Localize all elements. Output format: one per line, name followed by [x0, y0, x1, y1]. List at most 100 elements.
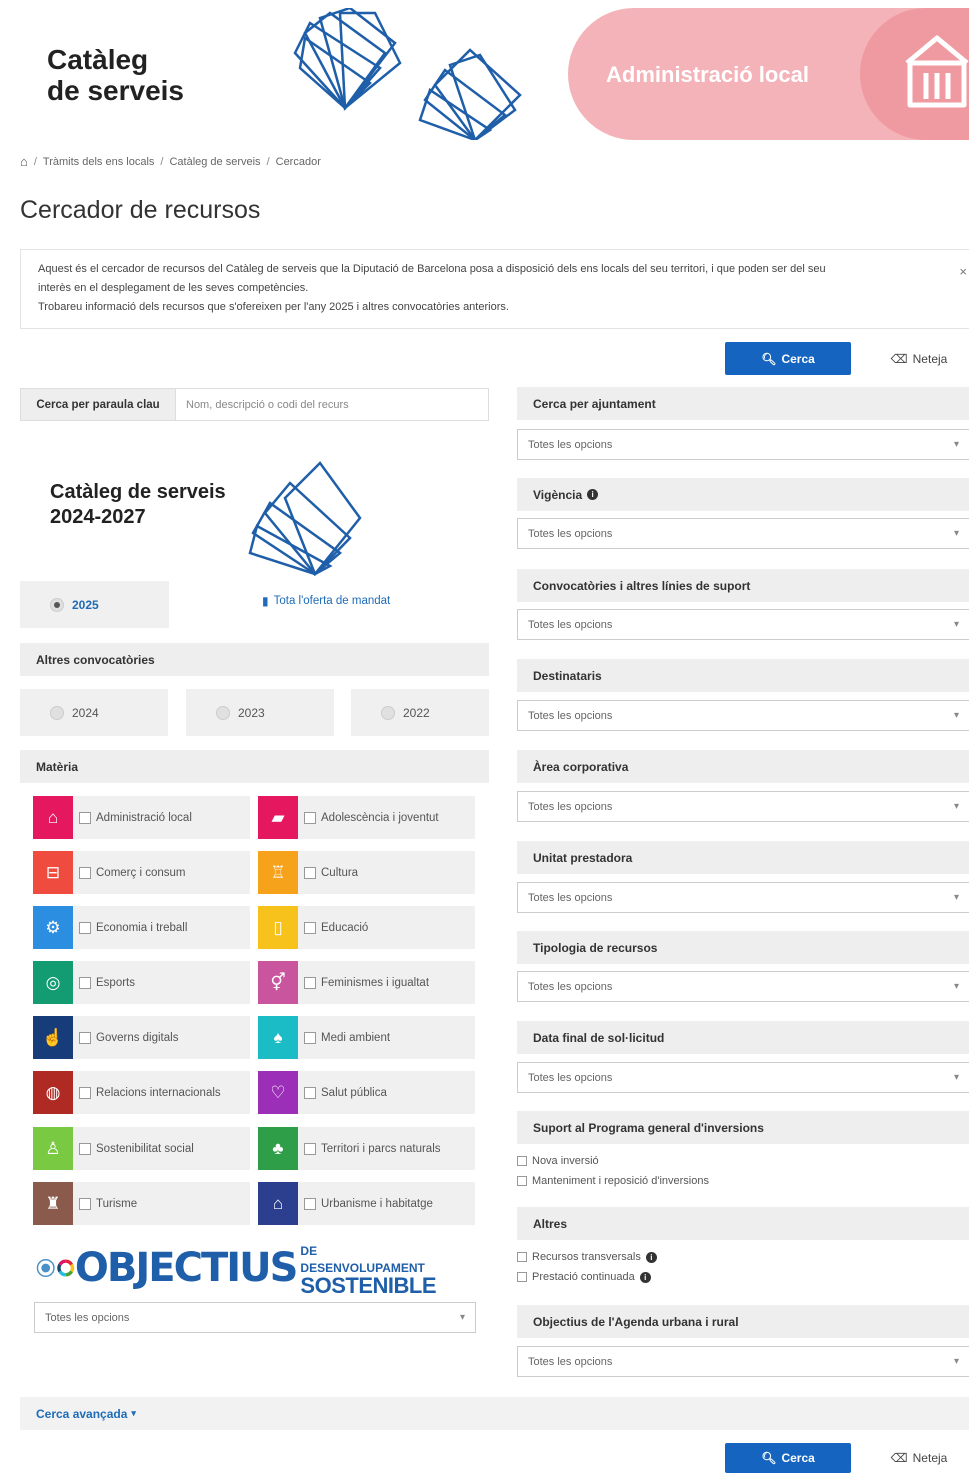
materia-item[interactable]: ⚙ Economia i treball: [33, 906, 250, 949]
info-icon[interactable]: i: [587, 489, 599, 500]
clear-button[interactable]: ⌫ Neteja: [869, 342, 969, 375]
materia-item[interactable]: ♡ Salut pública: [258, 1071, 475, 1114]
catalog-title: Catàleg de serveis: [47, 44, 184, 106]
chevron-down-icon: ▾: [953, 619, 959, 630]
checkbox[interactable]: [79, 1086, 91, 1099]
checkbox[interactable]: [79, 1197, 91, 1210]
filter-header-label: Tipologia de recursos: [533, 940, 658, 955]
search-button[interactable]: 🔍︎ Cerca: [725, 342, 851, 375]
materia-item[interactable]: ⌂ Administració local: [33, 796, 250, 839]
agenda-select[interactable]: Totes les opcions ▾: [517, 1346, 969, 1377]
home-icon[interactable]: ⌂: [20, 154, 28, 169]
checkbox[interactable]: [304, 1197, 316, 1210]
checkbox[interactable]: [517, 1272, 527, 1282]
info-icon[interactable]: i: [645, 1251, 657, 1263]
filter-select[interactable]: Totes les opcions ▾: [517, 882, 969, 913]
year-radio[interactable]: 2023: [186, 689, 334, 736]
filter-select[interactable]: Totes les opcions ▾: [517, 971, 969, 1002]
checkbox[interactable]: [304, 1031, 316, 1044]
radio-icon[interactable]: [381, 705, 395, 720]
year-radio-current[interactable]: 2025: [20, 581, 169, 628]
materia-item[interactable]: ▰ Adolescència i joventut: [258, 796, 475, 839]
materia-item[interactable]: ▯ Educació: [258, 906, 475, 949]
others-option-label: Recursos transversals: [532, 1251, 641, 1263]
radio-icon[interactable]: [50, 705, 64, 720]
search-button-bottom[interactable]: 🔍︎ Cerca: [725, 1443, 851, 1473]
materia-label: Administració local: [96, 811, 192, 824]
filter-select[interactable]: Totes les opcions ▾: [517, 1062, 969, 1093]
materia-item[interactable]: ⚥ Feminismes i igualtat: [258, 961, 475, 1004]
radio-icon[interactable]: [50, 597, 64, 612]
checkbox[interactable]: [517, 1252, 527, 1262]
filter-select-value: Totes les opcions: [528, 980, 613, 993]
materia-icon: ⚙: [33, 906, 73, 949]
checkbox[interactable]: [79, 1031, 91, 1044]
materia-item[interactable]: ♜ Turisme: [33, 1182, 250, 1225]
materia-item[interactable]: ♠ Medi ambient: [258, 1016, 475, 1059]
filter-select-value: Totes les opcions: [528, 800, 613, 813]
checkbox[interactable]: [79, 866, 91, 879]
materia-label: Relacions internacionals: [96, 1086, 221, 1099]
filter-header: Àrea corporativa: [517, 750, 969, 783]
breadcrumb-item-current: Cercador: [275, 155, 321, 168]
materia-icon: ⚥: [258, 961, 298, 1004]
document-icon: ▮: [262, 594, 269, 608]
filter-select[interactable]: Totes les opcions ▾: [517, 518, 969, 549]
filter-select[interactable]: Totes les opcions ▾: [517, 791, 969, 822]
filter-select[interactable]: Totes les opcions ▾: [517, 429, 969, 460]
materia-icon: ◍: [33, 1071, 73, 1114]
catalog-logo-art: [293, 8, 402, 111]
materia-item[interactable]: ♙ Sostenibilitat social: [33, 1127, 250, 1170]
filter-select[interactable]: Totes les opcions ▾: [517, 700, 969, 731]
keyword-search-input[interactable]: Nom, descripció o codi del recurs: [176, 388, 489, 421]
materia-item[interactable]: ⌂ Urbanisme i habitatge: [258, 1182, 475, 1225]
materia-item[interactable]: ♣ Territori i parcs naturals: [258, 1127, 475, 1170]
checkbox[interactable]: [517, 1176, 527, 1186]
catalog-title-line1: Catàleg: [47, 44, 149, 75]
others-header: Altres: [517, 1207, 969, 1240]
others-option[interactable]: Prestació continuada i: [517, 1271, 651, 1283]
chevron-down-icon: ▾: [953, 1072, 959, 1083]
breadcrumb-item[interactable]: Catàleg de serveis: [169, 156, 260, 168]
checkbox[interactable]: [304, 921, 316, 934]
sdg-select-value: Totes les opcions: [45, 1311, 130, 1324]
materia-item[interactable]: ☝ Governs digitals: [33, 1016, 250, 1059]
checkbox[interactable]: [304, 1086, 316, 1099]
chevron-down-icon: ▾: [953, 981, 959, 992]
checkbox[interactable]: [79, 1142, 91, 1155]
checkbox[interactable]: [79, 921, 91, 934]
year-radio[interactable]: 2024: [20, 689, 168, 736]
full-offer-link[interactable]: ▮ Tota l'oferta de mandat: [262, 594, 390, 608]
catalog-period-logo-art: [248, 461, 362, 576]
filter-header-label: Vigència: [533, 487, 583, 502]
materia-item[interactable]: ◍ Relacions internacionals: [33, 1071, 250, 1114]
checkbox[interactable]: [79, 811, 91, 824]
checkbox[interactable]: [517, 1156, 527, 1166]
year-radio-label: 2024: [72, 705, 99, 720]
catalog-period-title: Catàleg de serveis 2024-2027: [50, 480, 226, 530]
materia-item[interactable]: ♖ Cultura: [258, 851, 475, 894]
sdg-select[interactable]: Totes les opcions ▾: [34, 1302, 476, 1333]
filter-select-value: Totes les opcions: [528, 618, 613, 631]
checkbox[interactable]: [304, 811, 316, 824]
checkbox[interactable]: [79, 976, 91, 989]
checkbox[interactable]: [304, 866, 316, 879]
checkbox[interactable]: [304, 1142, 316, 1155]
year-radio[interactable]: 2022: [351, 689, 489, 736]
close-icon[interactable]: ×: [959, 262, 967, 281]
clear-button-bottom[interactable]: ⌫ Neteja: [869, 1443, 969, 1473]
materia-item[interactable]: ◎ Esports: [33, 961, 250, 1004]
info-icon[interactable]: i: [639, 1271, 651, 1283]
advanced-search-toggle[interactable]: Cerca avançada ▾: [20, 1397, 969, 1430]
materia-icon: ⌂: [258, 1182, 298, 1225]
investment-option[interactable]: Manteniment i reposició d'inversions: [517, 1175, 709, 1187]
others-option[interactable]: Recursos transversals i: [517, 1251, 657, 1263]
filter-select[interactable]: Totes les opcions ▾: [517, 609, 969, 640]
breadcrumb-item[interactable]: Tràmits dels ens locals: [43, 156, 154, 168]
materia-item[interactable]: ⊟ Comerç i consum: [33, 851, 250, 894]
materia-icon: ♜: [33, 1182, 73, 1225]
radio-icon[interactable]: [216, 705, 230, 720]
checkbox[interactable]: [304, 976, 316, 989]
investment-option[interactable]: Nova inversió: [517, 1155, 599, 1167]
advanced-search-label: Cerca avançada: [36, 1406, 128, 1421]
